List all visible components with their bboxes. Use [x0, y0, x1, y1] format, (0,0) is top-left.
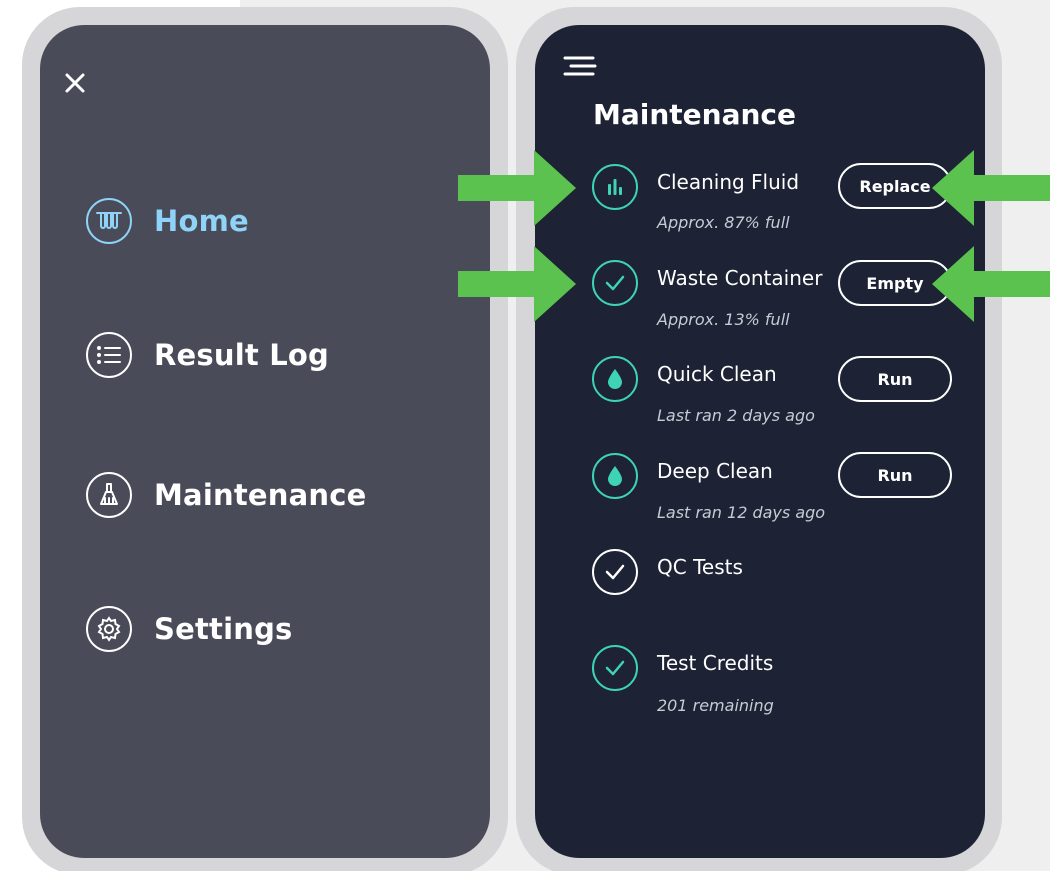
annotation-arrow-right: [458, 246, 576, 322]
bar-levels-icon: [592, 164, 638, 210]
item-title-qc-tests: QC Tests: [657, 555, 743, 579]
item-title-deep-clean: Deep Clean: [657, 459, 773, 483]
menu-item-label: Home: [154, 204, 249, 238]
broom-icon: [86, 472, 132, 518]
item-title-cleaning-fluid: Cleaning Fluid: [657, 170, 800, 194]
list-icon: [86, 332, 132, 378]
menu-item-label: Result Log: [154, 338, 329, 372]
run-quick-clean-button[interactable]: Run: [838, 356, 952, 402]
gear-icon: [86, 606, 132, 652]
item-subtitle-deep-clean: Last ran 12 days ago: [657, 503, 826, 522]
close-icon[interactable]: [64, 72, 86, 94]
item-subtitle-quick-clean: Last ran 2 days ago: [657, 406, 815, 425]
run-deep-clean-button[interactable]: Run: [838, 452, 952, 498]
item-title-test-credits: Test Credits: [657, 651, 774, 675]
droplet-icon: [592, 356, 638, 402]
hamburger-icon[interactable]: [563, 55, 597, 77]
item-subtitle-cleaning-fluid: Approx. 87% full: [657, 213, 790, 232]
menu-item-result-log[interactable]: Result Log: [86, 332, 329, 378]
menu-item-settings[interactable]: Settings: [86, 606, 293, 652]
annotation-arrow-right: [458, 150, 576, 226]
test-tubes-icon: [86, 198, 132, 244]
item-subtitle-test-credits: 201 remaining: [657, 696, 774, 715]
menu-item-maintenance[interactable]: Maintenance: [86, 472, 366, 518]
check-icon: [592, 549, 638, 595]
item-title-quick-clean: Quick Clean: [657, 362, 777, 386]
item-title-waste-container: Waste Container: [657, 266, 823, 290]
annotation-arrow-left: [932, 246, 1050, 322]
menu-item-home[interactable]: Home: [86, 198, 249, 244]
droplet-icon: [592, 453, 638, 499]
check-icon: [592, 260, 638, 306]
annotation-arrow-left: [932, 150, 1050, 226]
page-title: Maintenance: [593, 98, 797, 131]
menu-item-label: Maintenance: [154, 478, 367, 512]
menu-screen: [40, 25, 490, 858]
check-icon: [592, 645, 638, 691]
item-subtitle-waste-container: Approx. 13% full: [657, 310, 790, 329]
menu-item-label: Settings: [154, 612, 293, 646]
maintenance-screen: [535, 25, 985, 858]
